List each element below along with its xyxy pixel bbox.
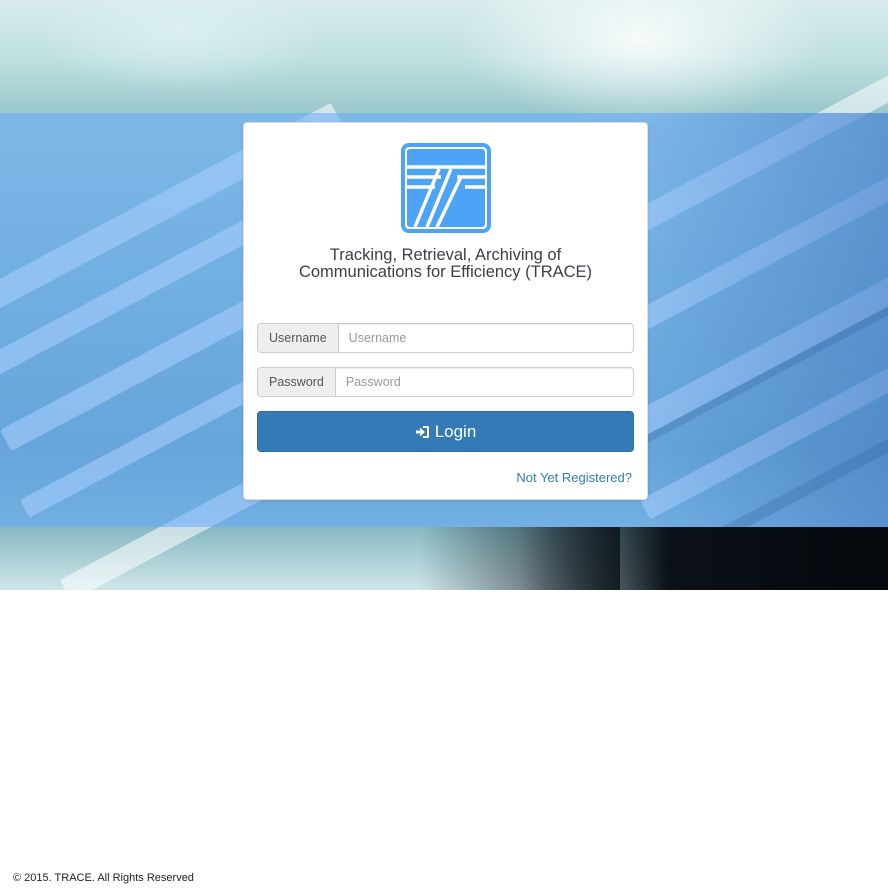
- password-label: Password: [257, 367, 335, 397]
- sign-in-icon: [415, 425, 429, 438]
- login-button[interactable]: Login: [257, 411, 634, 452]
- login-button-label: Login: [434, 421, 477, 441]
- username-field-group: Username: [257, 323, 634, 353]
- password-field-group: Password: [257, 367, 634, 397]
- trace-logo-icon: [401, 143, 491, 233]
- app-title-line-1: Tracking, Retrieval, Archiving of: [329, 246, 562, 264]
- login-page: Tracking, Retrieval, Archiving of Commun…: [0, 0, 888, 888]
- register-link[interactable]: Not Yet Registered?: [516, 470, 632, 485]
- app-title-line-2: Communications for Efficiency (TRACE): [298, 263, 593, 281]
- username-input[interactable]: [337, 323, 634, 353]
- app-title: Tracking, Retrieval, Archiving of Commun…: [264, 247, 627, 281]
- login-card: Tracking, Retrieval, Archiving of Commun…: [243, 122, 648, 500]
- username-label: Username: [257, 323, 338, 353]
- copyright-footer: © 2015. TRACE. All Rights Reserved: [13, 872, 194, 884]
- password-input[interactable]: [334, 367, 634, 397]
